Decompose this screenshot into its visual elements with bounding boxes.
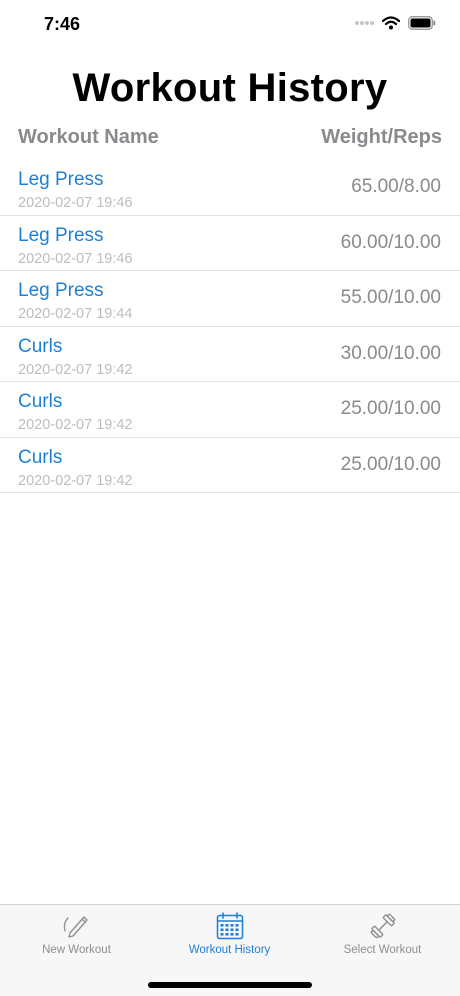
tab-new-workout-label: New Workout	[42, 944, 111, 956]
row-weight-reps: 65.00/8.00	[351, 176, 441, 197]
row-date: 2020-02-07 19:46	[18, 195, 133, 211]
status-bar: 7:46	[0, 0, 460, 52]
history-row[interactable]: Curls 2020-02-07 19:42 25.00/10.00	[0, 438, 460, 493]
battery-icon	[408, 16, 436, 30]
history-row[interactable]: Curls 2020-02-07 19:42 30.00/10.00	[0, 327, 460, 382]
column-header-workout-name: Workout Name	[18, 126, 159, 148]
row-weight-reps: 30.00/10.00	[340, 342, 441, 364]
row-date: 2020-02-07 19:42	[18, 472, 133, 489]
column-headers: Workout Name Weight/Reps	[18, 126, 442, 154]
row-weight-reps: 60.00/10.00	[340, 231, 441, 253]
row-workout-name: Leg Press	[18, 280, 104, 301]
row-weight-reps: 55.00/10.00	[340, 287, 441, 308]
pencil-icon	[62, 911, 92, 941]
history-row[interactable]: Leg Press 2020-02-07 19:46 60.00/10.00	[0, 216, 460, 271]
tab-select-workout-label: Select Workout	[343, 944, 422, 956]
row-date: 2020-02-07 19:42	[18, 417, 133, 433]
home-indicator[interactable]	[148, 982, 312, 988]
row-date: 2020-02-07 19:46	[18, 250, 133, 267]
status-icons	[354, 16, 436, 30]
history-row[interactable]: Curls 2020-02-07 19:42 25.00/10.00	[0, 382, 460, 438]
page-title: Workout History	[72, 66, 388, 110]
row-date: 2020-02-07 19:42	[18, 361, 133, 378]
row-date: 2020-02-07 19:44	[18, 306, 133, 322]
wifi-icon	[382, 16, 400, 30]
signal-dots-icon	[354, 20, 374, 26]
tab-new-workout[interactable]: New Workout	[0, 905, 153, 965]
calendar-icon	[215, 911, 245, 941]
tab-workout-history[interactable]: Workout History	[153, 905, 306, 965]
row-workout-name: Curls	[18, 391, 63, 412]
row-workout-name: Curls	[18, 335, 63, 357]
column-header-weight-reps: Weight/Reps	[321, 126, 442, 148]
history-row[interactable]: Leg Press 2020-02-07 19:46 65.00/8.00	[0, 160, 460, 216]
row-workout-name: Curls	[18, 446, 63, 468]
row-workout-name: Leg Press	[18, 224, 104, 246]
row-workout-name: Leg Press	[18, 169, 104, 190]
dumbbell-icon	[368, 911, 398, 941]
row-weight-reps: 25.00/10.00	[340, 453, 441, 475]
workout-history-list: Leg Press 2020-02-07 19:46 65.00/8.00 Le…	[0, 160, 460, 493]
status-time: 7:46	[44, 14, 81, 34]
history-row[interactable]: Leg Press 2020-02-07 19:44 55.00/10.00	[0, 271, 460, 327]
tab-select-workout[interactable]: Select Workout	[306, 905, 459, 965]
tab-workout-history-label: Workout History	[188, 944, 271, 956]
row-weight-reps: 25.00/10.00	[340, 398, 441, 419]
